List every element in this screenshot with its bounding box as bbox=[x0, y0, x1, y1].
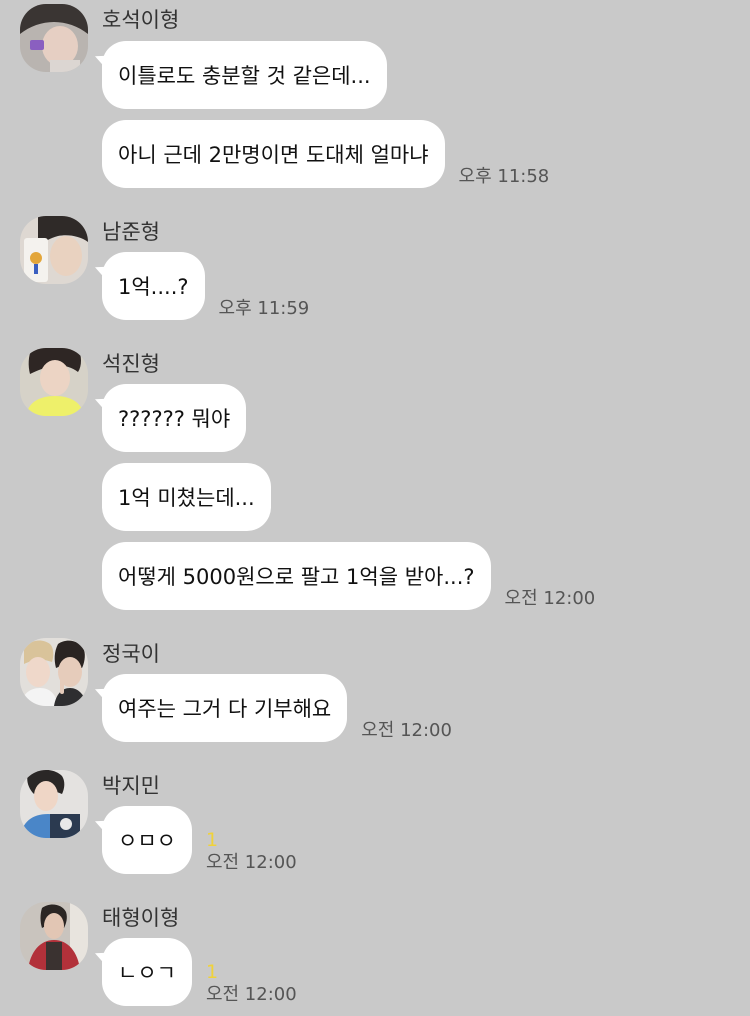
message-bubble[interactable]: 1억....? bbox=[102, 252, 205, 320]
message-row: ㄴㅇㄱ 1 오전 12:00 bbox=[102, 938, 297, 1006]
sender-name: 석진형 bbox=[102, 352, 160, 376]
sender-name: 정국이 bbox=[102, 642, 160, 666]
unread-count: 1 bbox=[205, 961, 219, 983]
avatar[interactable] bbox=[20, 902, 88, 970]
timestamp: 오후 11:58 bbox=[458, 166, 550, 187]
message-bubble[interactable]: ㄴㅇㄱ bbox=[102, 938, 192, 1006]
message-bubble[interactable]: 아니 근데 2만명이면 도대체 얼마냐 bbox=[102, 120, 445, 188]
timestamp: 오전 12:00 bbox=[205, 984, 297, 1005]
sender-name: 태형이형 bbox=[102, 906, 180, 930]
timestamp: 오전 12:00 bbox=[205, 852, 297, 873]
message-meta: 오후 11:58 bbox=[459, 164, 550, 188]
message-bubble[interactable]: ㅇㅁㅇ bbox=[102, 806, 192, 874]
timestamp: 오후 11:59 bbox=[218, 298, 310, 319]
sender-name: 호석이형 bbox=[102, 8, 180, 32]
message-meta: 1 오전 12:00 bbox=[206, 962, 297, 1006]
message-meta: 오후 11:59 bbox=[219, 296, 310, 320]
sender-name: 남준형 bbox=[102, 220, 160, 244]
message-meta: 1 오전 12:00 bbox=[206, 830, 297, 874]
message-bubble[interactable]: 1억 미쳤는데... bbox=[102, 463, 271, 531]
message-bubble[interactable]: 여주는 그거 다 기부해요 bbox=[102, 674, 348, 742]
message-bubble[interactable]: 어떻게 5000원으로 팔고 1억을 받아...? bbox=[102, 542, 491, 610]
message-row: 1억....? 오후 11:59 bbox=[102, 252, 309, 320]
timestamp: 오전 12:00 bbox=[361, 720, 452, 741]
avatar[interactable] bbox=[20, 638, 88, 706]
unread-count: 1 bbox=[205, 829, 219, 851]
message-row: 아니 근데 2만명이면 도대체 얼마냐 오후 11:58 bbox=[102, 120, 549, 188]
message-meta: 오전 12:00 bbox=[361, 718, 452, 742]
message-meta: 오전 12:00 bbox=[505, 586, 596, 610]
avatar[interactable] bbox=[20, 4, 88, 72]
message-row: 여주는 그거 다 기부해요 오전 12:00 bbox=[102, 674, 452, 742]
avatar[interactable] bbox=[20, 216, 88, 284]
avatar[interactable] bbox=[20, 770, 88, 838]
avatar[interactable] bbox=[20, 348, 88, 416]
message-row: 1억 미쳤는데... bbox=[102, 463, 271, 531]
message-row: ?????? 뭐야 bbox=[102, 384, 247, 452]
message-row: 이틀로도 충분할 것 같은데... bbox=[102, 41, 387, 109]
timestamp: 오전 12:00 bbox=[504, 588, 596, 609]
message-bubble[interactable]: 이틀로도 충분할 것 같은데... bbox=[102, 41, 387, 109]
message-row: ㅇㅁㅇ 1 오전 12:00 bbox=[102, 806, 297, 874]
message-row: 어떻게 5000원으로 팔고 1억을 받아...? 오전 12:00 bbox=[102, 542, 595, 610]
message-bubble[interactable]: ?????? 뭐야 bbox=[102, 384, 247, 452]
sender-name: 박지민 bbox=[102, 774, 160, 798]
